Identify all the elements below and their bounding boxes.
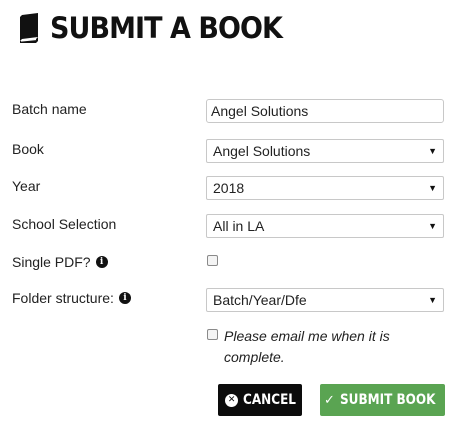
school-selection-label: School Selection [12,216,117,232]
page-header: SUBMIT A BOOK [18,10,300,46]
dropdown-caret-icon: ▼ [428,295,437,305]
batch-name-input[interactable] [206,99,444,123]
folder-structure-select[interactable]: Batch/Year/Dfe ▼ [206,288,444,312]
year-select-value: 2018 [213,180,245,196]
book-icon [20,13,38,43]
single-pdf-checkbox[interactable] [207,255,218,266]
submit-book-button-label: SUBMIT BOOK [339,392,436,408]
batch-name-label: Batch name [12,101,87,117]
email-me-label: Please email me when it is complete. [224,328,390,365]
cancel-button[interactable]: ✕ CANCEL [218,384,302,416]
dropdown-caret-icon: ▼ [428,183,437,193]
single-pdf-label-row: Single PDF? i [12,254,108,270]
folder-structure-select-value: Batch/Year/Dfe [213,292,307,308]
book-select-value: Angel Solutions [213,143,311,159]
school-selection-select[interactable]: All in LA ▼ [206,214,444,238]
submit-book-button[interactable]: ✓ SUBMIT BOOK [320,384,445,416]
book-select[interactable]: Angel Solutions ▼ [206,139,444,163]
folder-structure-label: Folder structure: [12,290,114,306]
year-select[interactable]: 2018 ▼ [206,176,444,200]
book-label: Book [12,141,44,157]
page-title: SUBMIT A BOOK [50,11,283,45]
info-icon[interactable]: i [95,256,108,268]
dropdown-caret-icon: ▼ [428,146,437,156]
cancel-button-label: CANCEL [243,392,297,408]
year-label: Year [12,178,41,194]
dropdown-caret-icon: ▼ [428,221,437,231]
check-icon: ✓ [324,392,335,408]
email-me-checkbox[interactable] [207,329,218,340]
cancel-circle-icon: ✕ [225,393,239,407]
single-pdf-label: Single PDF? [12,254,91,270]
folder-structure-label-row: Folder structure: i [12,290,131,306]
school-selection-select-value: All in LA [213,218,265,234]
info-icon[interactable]: i [118,292,131,304]
